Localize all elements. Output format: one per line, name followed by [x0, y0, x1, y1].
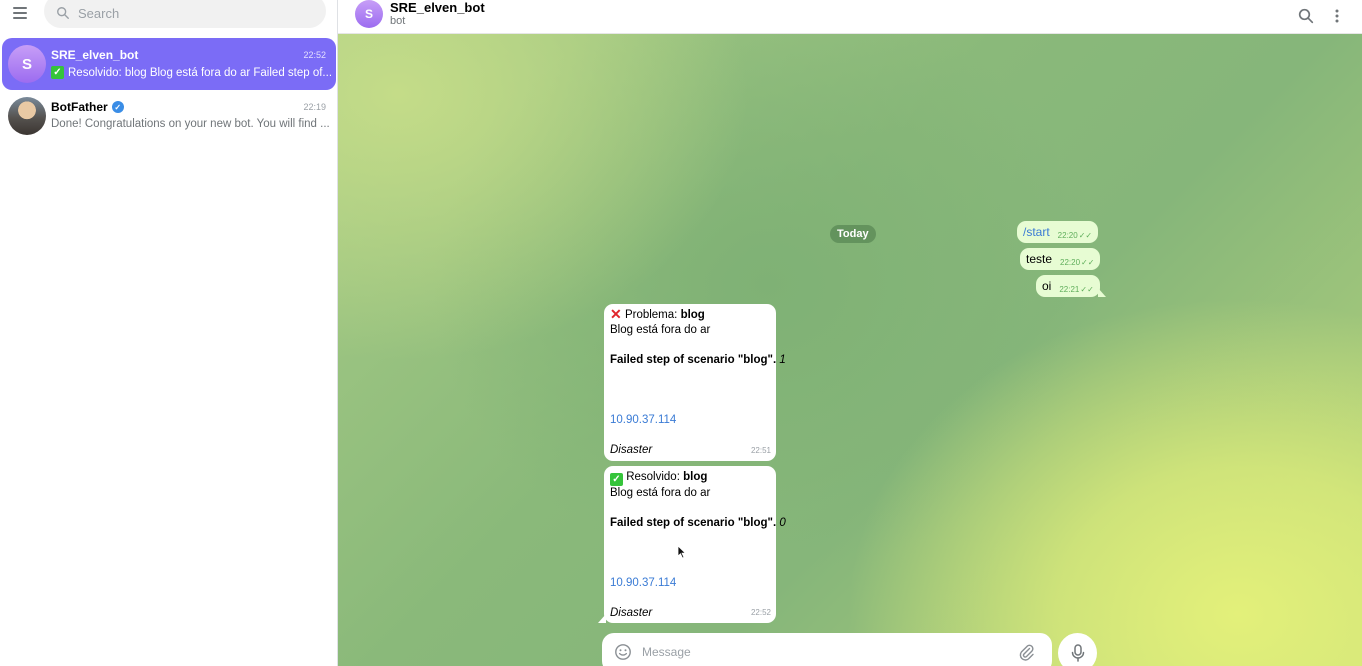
microphone-button[interactable]: [1058, 633, 1097, 666]
chat-preview-text: Done! Congratulations on your new bot. Y…: [51, 118, 330, 130]
message-step-value: 0: [779, 517, 786, 529]
message-subject: blog: [680, 309, 705, 321]
message-meta: 22:20 ✓✓: [1060, 258, 1094, 267]
chat-title-text: SRE_elven_bot: [51, 48, 139, 62]
ip-link[interactable]: 10.90.37.114: [610, 413, 770, 428]
chat-title: BotFather ✓: [51, 100, 124, 114]
avatar: [8, 97, 46, 135]
cross-mark-icon: ✕: [610, 306, 622, 322]
message-meta: 22:21 ✓✓: [1059, 285, 1093, 294]
message-line: Blog está fora do ar: [610, 487, 711, 499]
message-text: teste: [1026, 252, 1053, 266]
message-composer: [602, 633, 1052, 666]
message-severity: Disaster: [610, 444, 653, 456]
search-icon[interactable]: [1295, 5, 1317, 27]
message-time: 22:20: [1057, 230, 1078, 240]
sidebar-header: [0, 0, 337, 28]
check-emoji-icon: ✓: [51, 66, 64, 79]
chat-title-text: BotFather: [51, 100, 108, 114]
message-severity: Disaster: [610, 607, 653, 619]
chat-background: Today /start 22:20 ✓✓ teste 22:20 ✓✓ oi 22…: [338, 34, 1362, 666]
search-input[interactable]: [78, 5, 298, 21]
header-name[interactable]: SRE_elven_bot: [390, 0, 485, 15]
search-box[interactable]: [44, 0, 326, 28]
date-separator: Today: [830, 225, 876, 243]
incoming-message[interactable]: ✕ Problema: blog Blog está fora do ar Fa…: [604, 304, 786, 461]
emoji-icon[interactable]: [614, 643, 632, 661]
message-subject: blog: [683, 471, 708, 483]
message-line: Failed step of scenario "blog". 0: [610, 516, 786, 531]
chat-header: S SRE_elven_bot bot: [338, 0, 1362, 34]
message-step-label: Failed step of scenario "blog".: [610, 354, 777, 366]
chat-preview-text: Resolvido: blog Blog está fora do ar Fai…: [68, 66, 331, 79]
attach-icon[interactable]: [1018, 643, 1034, 661]
chat-main: S SRE_elven_bot bot Today /start 22:20 ✓✓…: [338, 0, 1362, 666]
chat-item-botfather[interactable]: BotFather ✓ 22:19 Done! Congratulations …: [2, 90, 336, 142]
message-time: 22:51: [750, 446, 771, 455]
message-line: ✓ Resolvido: blog: [610, 470, 770, 486]
message-input[interactable]: [642, 645, 1012, 659]
message-line: ✕ Problema: blog: [610, 306, 770, 323]
message-step-label: Failed step of scenario "blog".: [610, 517, 777, 529]
header-avatar[interactable]: S: [355, 0, 383, 28]
check-emoji-icon: ✓: [610, 473, 623, 486]
outgoing-message[interactable]: oi 22:21 ✓✓: [1036, 275, 1106, 297]
outgoing-message[interactable]: teste 22:20 ✓✓: [1020, 248, 1101, 270]
avatar: S: [8, 45, 46, 83]
double-check-icon: ✓✓: [1081, 257, 1095, 267]
sidebar: S SRE_elven_bot 22:52 ✓ Resolvido: blog …: [0, 0, 338, 666]
bubble-tail: [598, 614, 606, 623]
incoming-message[interactable]: ✓ Resolvido: blog Blog está fora do ar F…: [598, 466, 786, 623]
chat-preview: ✓ Resolvido: blog Blog está fora do ar F…: [51, 66, 331, 79]
message-time: 22:20: [1060, 257, 1081, 267]
double-check-icon: ✓✓: [1080, 284, 1094, 294]
message-time: 22:21: [1059, 284, 1080, 294]
chat-preview: Done! Congratulations on your new bot. Y…: [51, 118, 331, 130]
message-line: Disaster: [610, 606, 770, 621]
chat-item-sre-elven-bot[interactable]: S SRE_elven_bot 22:52 ✓ Resolvido: blog …: [2, 38, 336, 90]
message-meta: 22:20 ✓✓: [1058, 231, 1092, 240]
message-text: oi: [1042, 279, 1052, 293]
more-vertical-icon[interactable]: [1326, 5, 1348, 27]
menu-icon[interactable]: [10, 2, 30, 24]
chat-time: 22:19: [303, 102, 326, 112]
search-icon: [57, 7, 69, 19]
bubble-tail: [1097, 288, 1106, 297]
message-text[interactable]: /start: [1023, 225, 1050, 239]
chat-list: S SRE_elven_bot 22:52 ✓ Resolvido: blog …: [2, 38, 336, 142]
ip-link[interactable]: 10.90.37.114: [610, 576, 770, 591]
message-label: Resolvido:: [626, 471, 680, 483]
message-step-value: 1: [779, 354, 786, 366]
chat-title: SRE_elven_bot: [51, 48, 138, 62]
message-line: Disaster: [610, 443, 770, 458]
message-label: Problema:: [624, 309, 678, 321]
mouse-cursor-icon: [677, 545, 687, 559]
outgoing-message[interactable]: /start 22:20 ✓✓: [1017, 221, 1099, 243]
message-time: 22:52: [750, 608, 771, 617]
chat-time: 22:52: [303, 50, 326, 60]
verified-badge-icon: ✓: [111, 101, 124, 113]
header-status: bot: [390, 15, 406, 27]
microphone-icon: [1071, 644, 1084, 662]
message-line: Failed step of scenario "blog". 1: [610, 353, 786, 368]
double-check-icon: ✓✓: [1078, 230, 1093, 240]
message-line: Blog está fora do ar: [610, 324, 711, 336]
